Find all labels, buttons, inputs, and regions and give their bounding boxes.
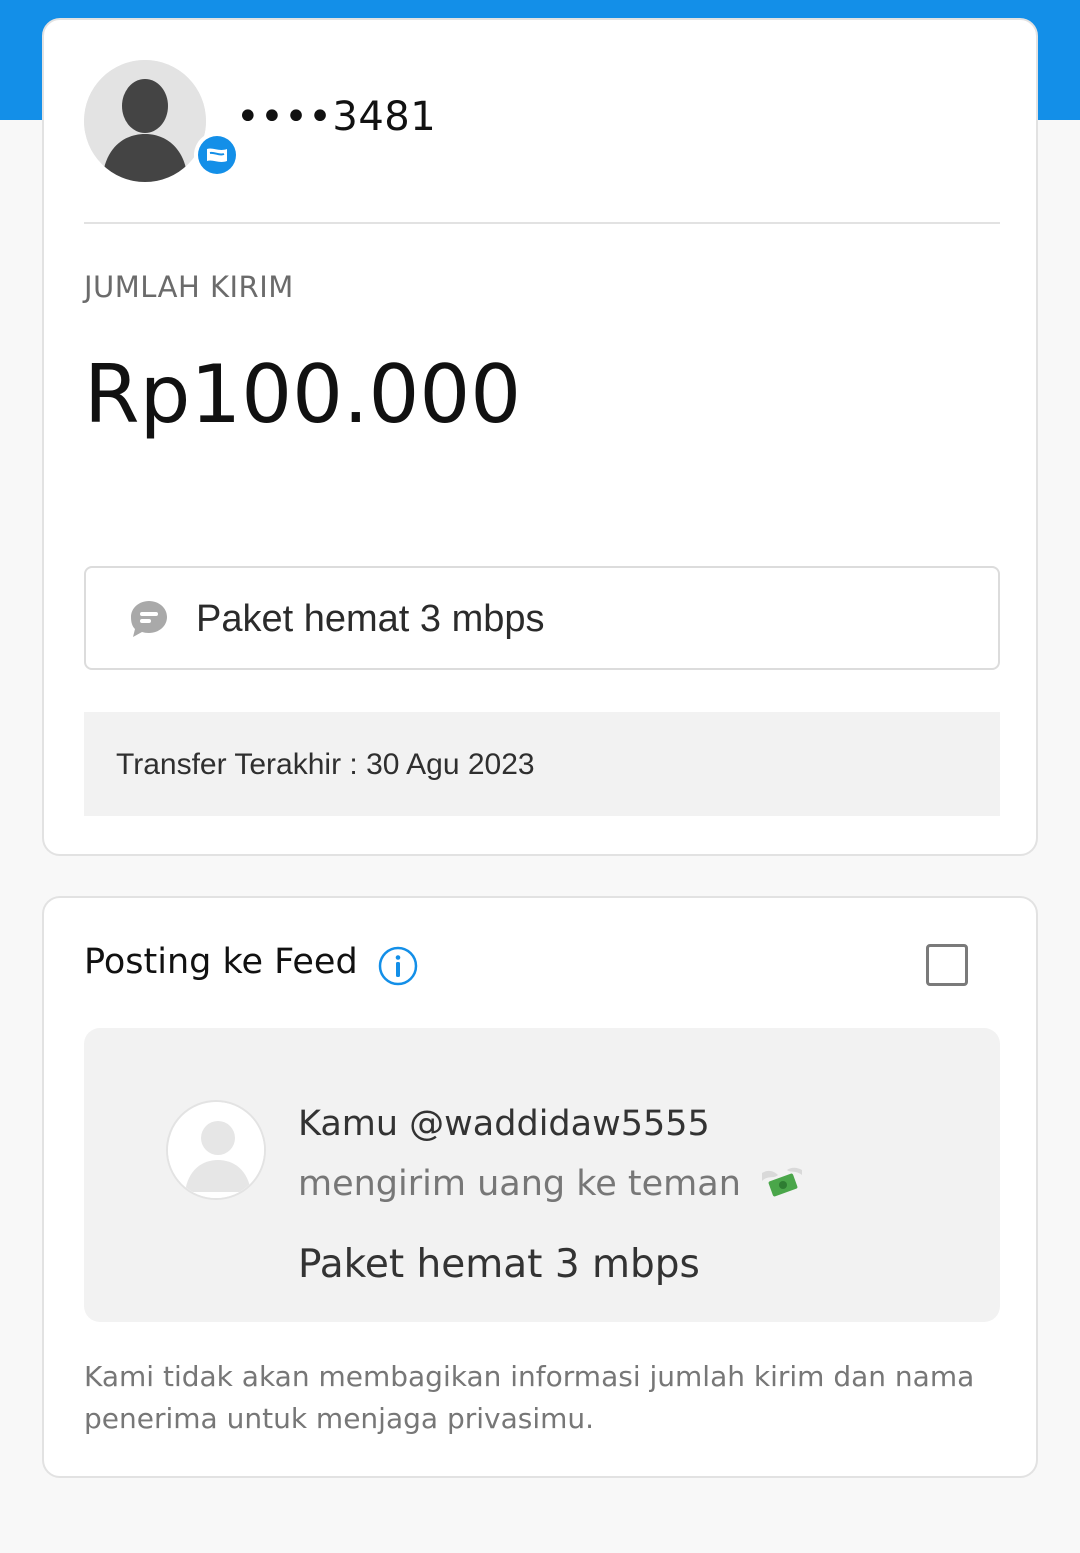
recipient-avatar xyxy=(84,60,206,182)
post-to-feed-checkbox[interactable] xyxy=(926,944,968,986)
preview-action-text: mengirim uang ke teman xyxy=(298,1164,804,1204)
bank-transfer-badge-icon xyxy=(194,132,240,178)
last-transfer-info: Transfer Terakhir : 30 Agu 2023 xyxy=(84,712,1000,816)
recipient-card: ••••3481 JUMLAH KIRIM Rp100.000 Paket he… xyxy=(42,18,1038,856)
amount-label: JUMLAH KIRIM xyxy=(84,270,294,304)
last-transfer-text: Transfer Terakhir : 30 Agu 2023 xyxy=(116,748,535,781)
info-icon[interactable] xyxy=(378,946,418,986)
flying-money-icon xyxy=(762,1167,803,1197)
preview-sender-name: Kamu @waddidaw5555 xyxy=(298,1104,710,1144)
transfer-amount[interactable]: Rp100.000 xyxy=(84,348,521,441)
chat-bubble-icon xyxy=(131,601,167,637)
divider xyxy=(84,222,1000,224)
post-to-feed-card: Posting ke Feed Kamu @waddidaw5555 mengi… xyxy=(42,896,1038,1478)
feed-preview: Kamu @waddidaw5555 mengirim uang ke tema… xyxy=(84,1028,1000,1322)
preview-note: Paket hemat 3 mbps xyxy=(298,1242,700,1287)
user-silhouette-icon xyxy=(168,1102,264,1198)
user-silhouette-icon xyxy=(84,60,206,182)
feed-title: Posting ke Feed xyxy=(84,942,358,982)
recipient-account-number: ••••3481 xyxy=(236,94,437,140)
preview-action-label: mengirim uang ke teman xyxy=(298,1164,741,1204)
note-field[interactable]: Paket hemat 3 mbps xyxy=(84,566,1000,670)
note-text: Paket hemat 3 mbps xyxy=(196,598,545,640)
sender-avatar xyxy=(166,1100,266,1200)
privacy-notice: Kami tidak akan membagikan informasi jum… xyxy=(84,1360,975,1435)
